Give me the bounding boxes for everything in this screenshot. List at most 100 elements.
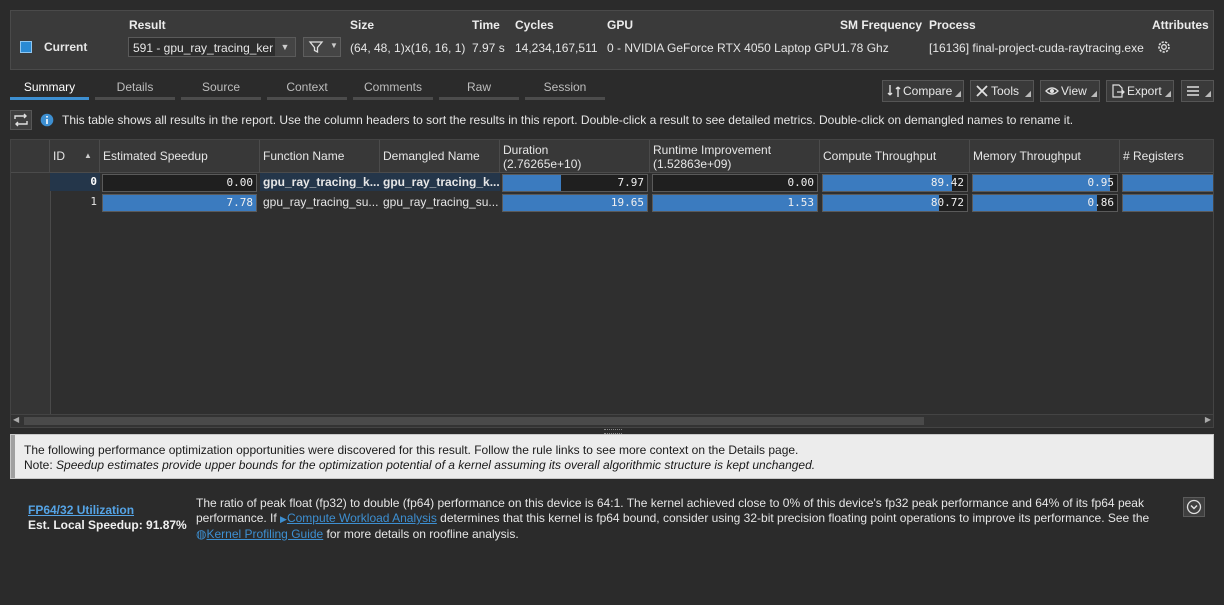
duration-bar xyxy=(503,175,561,191)
row-id: 0 xyxy=(50,173,100,191)
header-runtime-label: Runtime Improvement xyxy=(653,143,772,157)
header-demangled-name[interactable]: Demangled Name xyxy=(380,140,500,173)
result-select[interactable]: 591 - gpu_ray_tracing_kernel ▼ xyxy=(128,37,296,57)
tab-details[interactable]: Details xyxy=(95,79,175,100)
registers-bar xyxy=(1123,195,1213,211)
time-label: Time xyxy=(472,18,500,32)
expand-rule-button[interactable] xyxy=(1183,497,1205,517)
tab-raw[interactable]: Raw xyxy=(439,79,519,100)
scroll-left-icon[interactable]: ◀ xyxy=(13,415,19,424)
export-label: Export xyxy=(1127,84,1162,98)
horizontal-scrollbar[interactable]: ◀ ▶ xyxy=(11,414,1213,427)
row-header-column xyxy=(11,173,51,416)
optimization-intro-text: The following performance optimization o… xyxy=(24,443,799,457)
compute-value: 89.42 xyxy=(930,176,964,189)
memory-bar-cell: 0.95 xyxy=(972,174,1118,192)
scrollbar-thumb[interactable] xyxy=(24,417,924,425)
header-duration-label: Duration xyxy=(503,143,549,157)
speedup-bar-cell: 7.78 xyxy=(102,194,257,212)
view-label: View xyxy=(1061,84,1087,98)
header-id[interactable]: ID ▲ xyxy=(50,140,100,173)
header-memory-throughput[interactable]: Memory Throughput xyxy=(970,140,1120,173)
tools-button[interactable]: Tools ◢ xyxy=(970,80,1034,102)
speedup-bar-cell: 0.00 xyxy=(102,174,257,192)
refresh-icon xyxy=(14,113,28,127)
tab-summary[interactable]: Summary xyxy=(10,79,89,100)
row-id: 1 xyxy=(90,195,97,208)
sm-frequency-value: 1.78 Ghz xyxy=(840,41,889,55)
compute-value: 80.72 xyxy=(930,196,964,209)
duration-bar-cell: 7.97 xyxy=(502,174,648,192)
compute-bar xyxy=(823,195,940,211)
refresh-button[interactable] xyxy=(10,110,32,130)
header-registers[interactable]: # Registers xyxy=(1120,140,1213,173)
arrow-right-icon: ▶ xyxy=(280,514,287,524)
time-value: 7.97 s xyxy=(472,41,505,55)
result-label: Result xyxy=(129,18,166,32)
header-id-label: ID xyxy=(53,149,65,163)
menu-button[interactable]: ◢ xyxy=(1181,80,1214,102)
tab-session[interactable]: Session xyxy=(525,79,605,100)
optimization-panel: The following performance optimization o… xyxy=(10,434,1214,479)
rule-name-link[interactable]: FP64/32 Utilization xyxy=(28,503,134,517)
runtime-bar-cell: 1.53 xyxy=(652,194,818,212)
memory-value: 0.95 xyxy=(1087,176,1115,189)
cycles-value: 14,234,167,511 xyxy=(515,41,598,55)
attributes-label: Attributes xyxy=(1152,18,1209,32)
info-icon xyxy=(40,113,54,127)
export-icon xyxy=(1112,84,1125,98)
compute-bar-cell: 89.42 xyxy=(822,174,968,192)
cycles-label: Cycles xyxy=(515,18,554,32)
compute-workload-link[interactable]: Compute Workload Analysis xyxy=(287,511,437,525)
memory-bar xyxy=(973,195,1097,211)
compare-button[interactable]: Compare ◢ xyxy=(882,80,964,102)
scroll-right-icon[interactable]: ▶ xyxy=(1205,415,1211,424)
optimization-note: Note: Speedup estimates provide upper bo… xyxy=(24,458,815,472)
view-dropdown-icon: ◢ xyxy=(1090,89,1097,98)
gpu-label: GPU xyxy=(607,18,634,32)
chevron-down-circle-icon xyxy=(1186,499,1202,515)
results-table: ID ▲ Estimated Speedup Function Name Dem… xyxy=(10,139,1214,428)
process-value: [16136] final-project-cuda-raytracing.ex… xyxy=(929,41,1144,55)
view-button[interactable]: View ◢ xyxy=(1040,80,1100,102)
runtime-value: 1.53 xyxy=(787,196,815,209)
tab-comments[interactable]: Comments xyxy=(353,79,433,100)
rule-description: The ratio of peak float (fp32) to double… xyxy=(196,496,1171,542)
current-color-swatch xyxy=(20,41,32,53)
header-duration[interactable]: Duration (2.76265e+10) xyxy=(500,140,650,173)
size-label: Size xyxy=(350,18,375,32)
gear-icon[interactable] xyxy=(1156,39,1172,55)
header-runtime-improvement[interactable]: Runtime Improvement (1.52863e+09) xyxy=(650,140,820,173)
result-select-value: 591 - gpu_ray_tracing_kernel xyxy=(133,41,273,55)
header-estimated-speedup[interactable]: Estimated Speedup xyxy=(100,140,260,173)
speedup-value: 7.78 xyxy=(226,196,254,209)
header-compute-throughput[interactable]: Compute Throughput xyxy=(820,140,970,173)
export-button[interactable]: Export ◢ xyxy=(1106,80,1174,102)
registers-bar-cell xyxy=(1122,194,1213,212)
tools-dropdown-icon: ◢ xyxy=(1024,89,1031,98)
runtime-bar-cell: 0.00 xyxy=(652,174,818,192)
tools-label: Tools xyxy=(991,84,1020,98)
rule-speedup: Est. Local Speedup: 91.87% xyxy=(28,518,187,532)
memory-bar-cell: 0.86 xyxy=(972,194,1118,212)
process-label: Process xyxy=(929,18,976,32)
duration-bar-cell: 19.65 xyxy=(502,194,648,212)
chevron-down-icon: ▼ xyxy=(275,38,295,56)
speedup-value: 0.00 xyxy=(226,176,254,189)
demangled-name-cell: gpu_ray_tracing_su... xyxy=(383,195,499,209)
tab-source[interactable]: Source xyxy=(181,79,261,100)
header-function-name[interactable]: Function Name xyxy=(260,140,380,173)
globe-icon: ◍ xyxy=(196,527,207,541)
info-text: This table shows all results in the repo… xyxy=(62,113,1074,127)
kernel-profiling-guide-link[interactable]: Kernel Profiling Guide xyxy=(206,527,323,541)
compute-bar-cell: 80.72 xyxy=(822,194,968,212)
gpu-value: 0 - NVIDIA GeForce RTX 4050 Laptop GPU xyxy=(607,41,841,55)
tab-context[interactable]: Context xyxy=(267,79,347,100)
registers-bar xyxy=(1123,175,1213,191)
filter-button[interactable]: ▼ xyxy=(303,37,341,57)
function-name-cell: gpu_ray_tracing_k... xyxy=(260,173,380,191)
note-label: Note: xyxy=(24,458,57,472)
filter-icon xyxy=(308,41,324,54)
result-header: Result Size Time Cycles GPU SM Frequency… xyxy=(10,10,1214,70)
size-value: (64, 48, 1)x(16, 16, 1) xyxy=(350,41,466,55)
